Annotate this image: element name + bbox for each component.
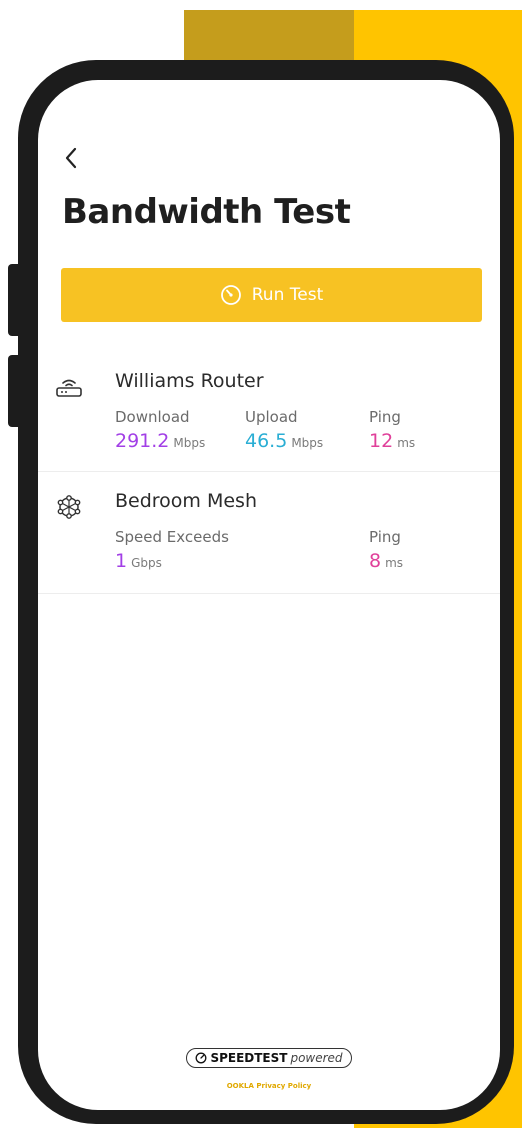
metric-number: 8 (369, 550, 382, 572)
speedtest-badge[interactable]: SPEEDTEST powered (186, 1048, 352, 1068)
metric-label: Ping (369, 528, 401, 546)
metric-unit: Gbps (131, 556, 162, 570)
metric-unit: ms (397, 436, 416, 450)
metric-ping: Ping 8 ms (369, 528, 403, 572)
back-button[interactable] (62, 146, 82, 170)
page-title: Bandwidth Test (62, 192, 351, 232)
speedtest-powered: powered (290, 1051, 343, 1065)
device-row-bedroom-mesh[interactable]: Bedroom Mesh Speed Exceeds 1 Gbps Ping 8m… (38, 480, 500, 594)
metric-number: 46.5 (245, 430, 288, 452)
metric-number: 1 (115, 550, 128, 572)
speedtest-brand: SPEEDTEST (210, 1051, 288, 1065)
metric-label: Download (115, 408, 190, 426)
router-icon (56, 379, 82, 397)
metric-unit: ms (385, 556, 404, 570)
metric-upload: Upload 46.5 Mbps (245, 408, 323, 452)
metric-unit: Mbps (173, 436, 206, 450)
device-name: Williams Router (115, 370, 264, 392)
metric-number: 12 (369, 430, 394, 452)
metric-number: 291.2 (115, 430, 170, 452)
metric-value: 291.2 Mbps (115, 430, 205, 452)
run-test-button[interactable]: Run Test (61, 268, 482, 322)
metric-label: Speed Exceeds (115, 528, 229, 546)
speedometer-icon (195, 1052, 207, 1064)
run-test-label: Run Test (251, 285, 324, 305)
mesh-icon (57, 495, 81, 519)
metric-download: Download 291.2 Mbps (115, 408, 205, 452)
metric-ping: Ping 12 ms (369, 408, 415, 452)
metric-value: 12 ms (369, 430, 415, 452)
metric-value: 8 ms (369, 550, 403, 572)
metric-value: 46.5 Mbps (245, 430, 323, 452)
device-name: Bedroom Mesh (115, 490, 257, 512)
privacy-policy-link[interactable]: OOKLA Privacy Policy (38, 1082, 500, 1090)
metric-value: 1 Gbps (115, 550, 229, 572)
device-row-williams-router[interactable]: Williams Router Download 291.2 Mbps Uploa… (38, 360, 500, 472)
metric-speed-exceeds: Speed Exceeds 1 Gbps (115, 528, 229, 572)
phone-screen: Bandwidth Test Run Test Williams Router … (38, 80, 500, 1110)
metric-unit: Mbps (291, 436, 324, 450)
metric-label: Upload (245, 408, 298, 426)
footer: SPEEDTEST powered OOKLA Privacy Policy (38, 1048, 500, 1090)
chevron-left-icon (65, 147, 77, 169)
speedometer-icon (220, 285, 241, 305)
metric-label: Ping (369, 408, 401, 426)
